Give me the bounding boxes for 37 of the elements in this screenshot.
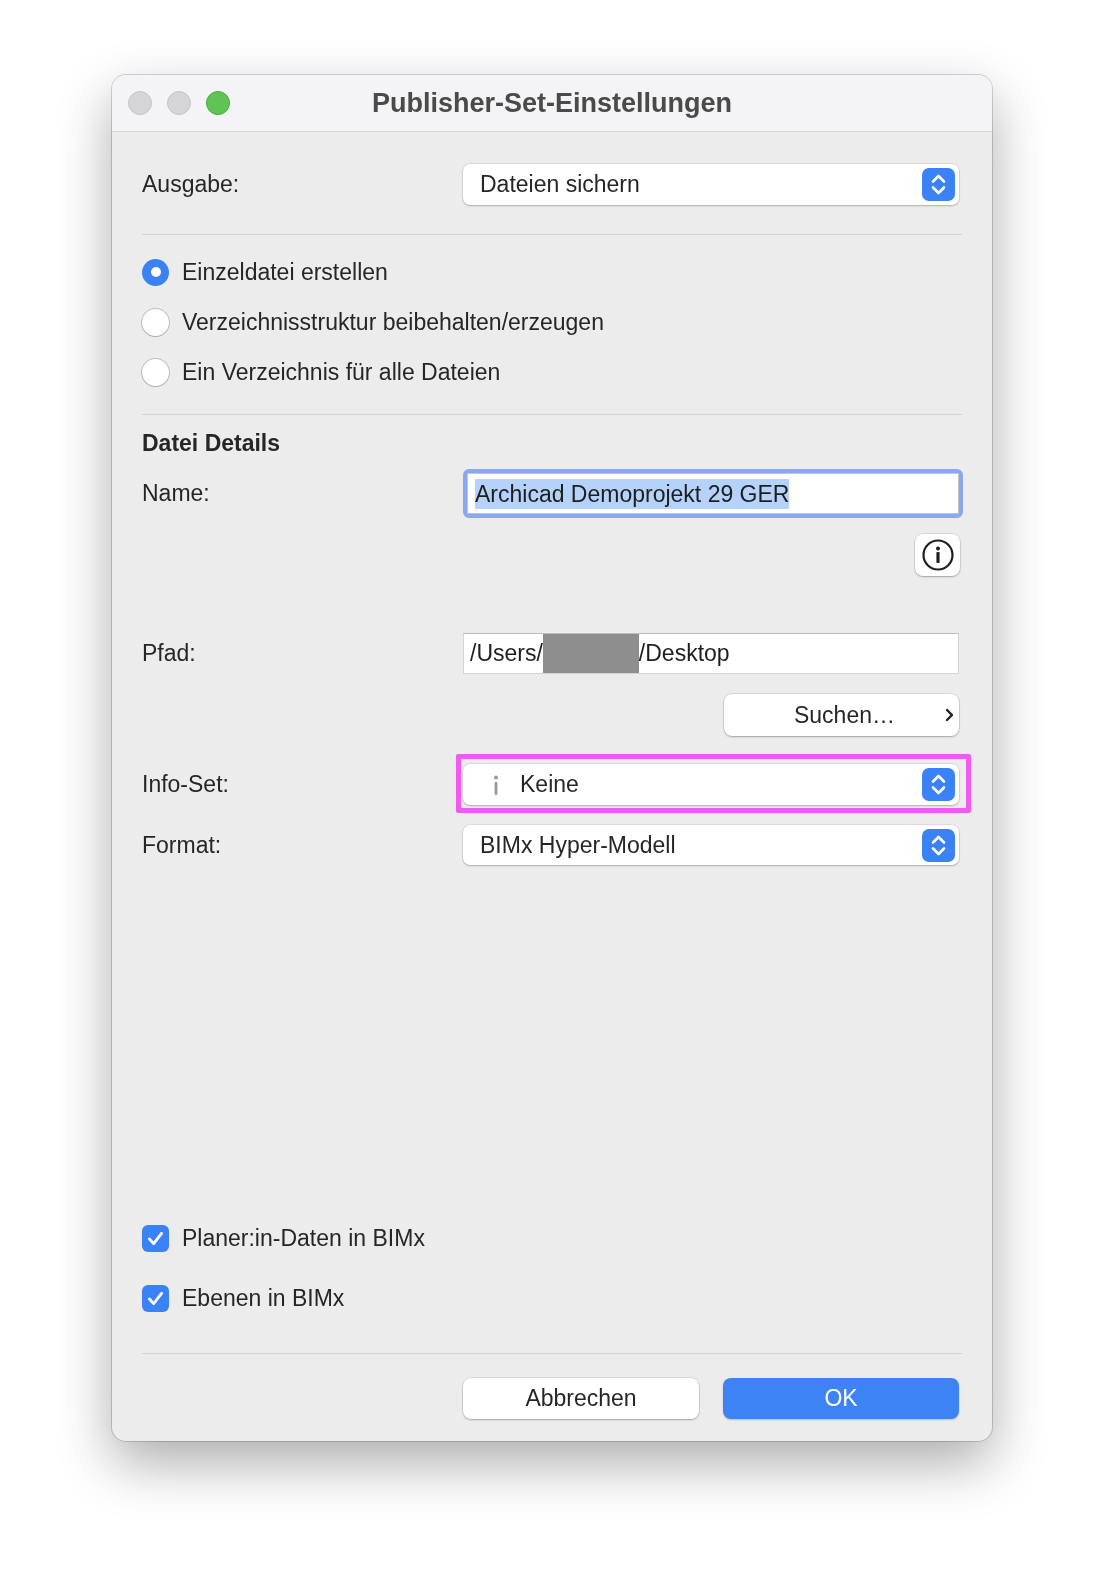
ok-button[interactable]: OK xyxy=(723,1378,959,1419)
field-label: Name: xyxy=(142,482,210,505)
checkbox[interactable] xyxy=(142,1284,169,1312)
radio-label: Verzeichnisstruktur beibehalten/erzeugen xyxy=(182,310,604,334)
path-field[interactable]: /Users/ /Desktop xyxy=(463,633,959,674)
radio-label: Ein Verzeichnis für alle Dateien xyxy=(182,360,501,384)
minimize-button[interactable] xyxy=(167,91,191,115)
name-input-field[interactable]: Archicad Demoprojekt 29 GER xyxy=(463,469,963,518)
chevron-up-down-icon xyxy=(922,168,955,201)
checkmark-icon xyxy=(148,1231,163,1245)
field-label: Format: xyxy=(142,833,222,857)
info-button[interactable] xyxy=(915,534,960,576)
browse-button[interactable]: Suchen… xyxy=(724,694,959,736)
info-set-select[interactable]: Keine xyxy=(463,764,959,805)
zoom-button[interactable] xyxy=(206,91,230,115)
chevron-right-icon xyxy=(945,708,954,722)
field-label: Info-Set: xyxy=(142,773,229,796)
format-select[interactable]: BIMx Hyper-Modell xyxy=(463,825,959,865)
cancel-button[interactable]: Abbrechen xyxy=(463,1378,699,1419)
chevron-up-down-icon xyxy=(922,768,955,801)
radio-label: Einzeldatei erstellen xyxy=(182,260,388,284)
window-title: Publisher-Set-Einstellungen xyxy=(371,89,732,117)
field-label: Pfad: xyxy=(142,642,196,665)
chevron-up-down-icon xyxy=(922,828,955,862)
close-button[interactable] xyxy=(128,91,152,115)
radio-button[interactable] xyxy=(142,308,169,336)
checkmark-icon xyxy=(148,1291,163,1305)
radio-button[interactable] xyxy=(142,258,169,286)
info-icon xyxy=(493,774,499,795)
checkbox-label: Planer:in-Daten in BIMx xyxy=(182,1226,425,1250)
field-label: Ausgabe: xyxy=(142,173,240,196)
checkbox-label: Ebenen in BIMx xyxy=(182,1286,345,1310)
checkbox[interactable] xyxy=(142,1224,169,1252)
output-select[interactable]: Dateien sichern xyxy=(463,164,959,205)
info-icon xyxy=(921,539,954,571)
radio-button[interactable] xyxy=(142,358,169,386)
section-heading: Datei Details xyxy=(142,431,281,455)
